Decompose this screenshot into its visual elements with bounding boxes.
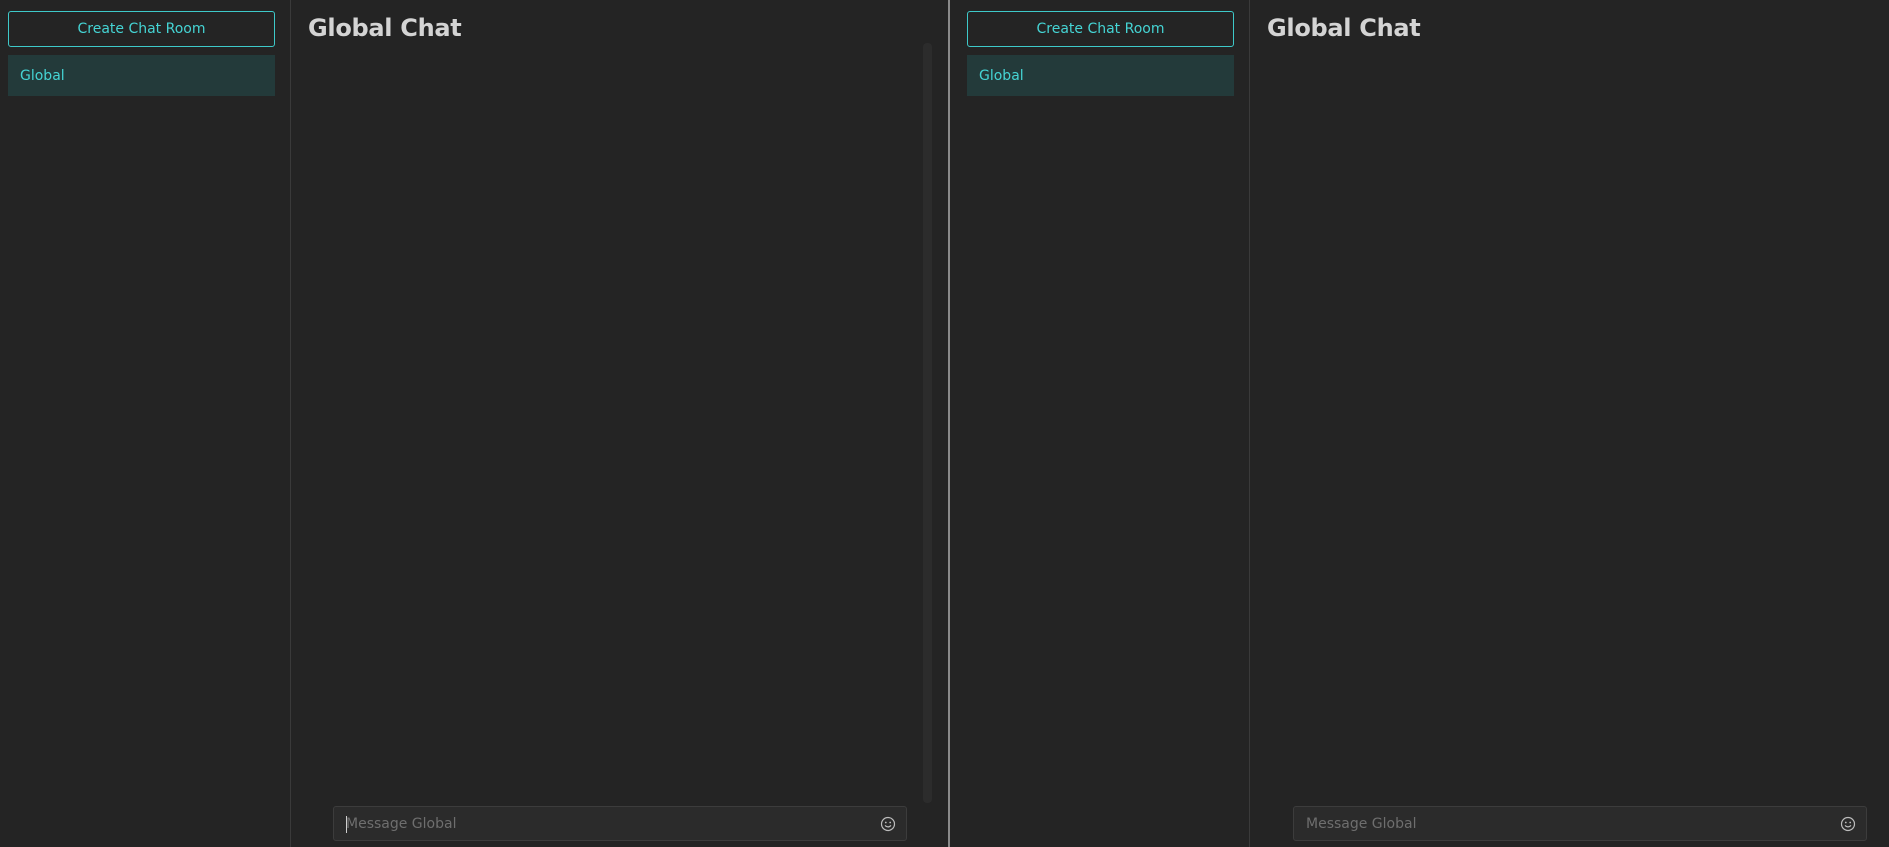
smiley-face-icon[interactable] [1839,815,1857,833]
create-chat-room-button[interactable]: Create Chat Room [8,11,275,47]
app-root: Create Chat Room Global Global Chat Mess… [0,0,1889,847]
chat-title: Global Chat [1267,14,1421,42]
room-item-global[interactable]: Global [8,55,275,96]
message-input[interactable] [1294,806,1839,841]
message-composer [333,806,907,841]
chat-pane-right: Create Chat Room Global Global Chat [950,0,1887,847]
message-input[interactable] [334,806,879,841]
chat-main: Global Chat [1250,0,1887,847]
message-scrollbar[interactable] [923,43,932,803]
sidebar: Create Chat Room Global [950,0,1250,847]
chat-title: Global Chat [308,14,462,42]
message-composer [1293,806,1867,841]
text-caret [346,816,347,833]
chat-pane-left: Create Chat Room Global Global Chat [0,0,950,847]
create-chat-room-button[interactable]: Create Chat Room [967,11,1234,47]
chat-main: Global Chat [291,0,948,847]
room-item-global[interactable]: Global [967,55,1234,96]
smiley-face-icon[interactable] [879,815,897,833]
sidebar: Create Chat Room Global [0,0,291,847]
